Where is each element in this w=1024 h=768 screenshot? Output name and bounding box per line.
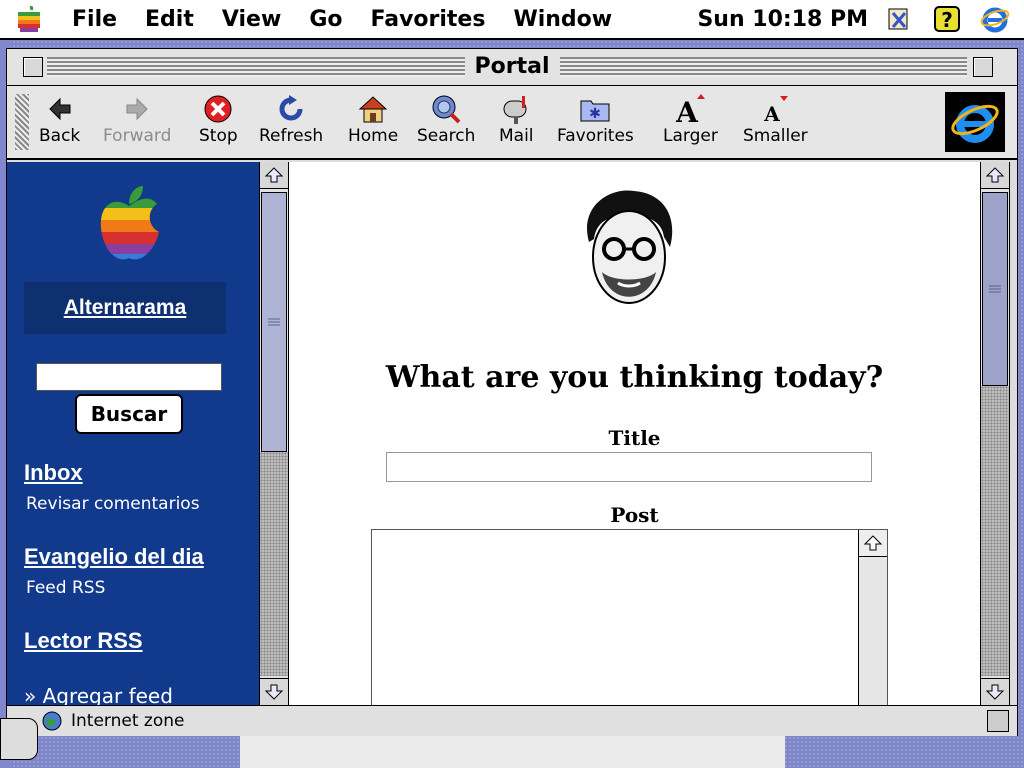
back-arrow-icon xyxy=(48,97,71,121)
favorites-button[interactable]: ✱ Favorites xyxy=(557,92,634,146)
scroll-up-arrow-icon[interactable] xyxy=(260,162,288,189)
main-scrollbar[interactable] xyxy=(980,162,1010,705)
home-icon xyxy=(358,96,388,123)
sidebar-add-feed-link[interactable]: » Agregar feed xyxy=(24,684,173,705)
stop-button[interactable]: Stop xyxy=(199,92,238,146)
sidebar-scroll-track[interactable] xyxy=(260,452,288,676)
title-label: Title xyxy=(608,426,661,450)
svg-text:A: A xyxy=(676,96,700,125)
menu-clock[interactable]: Sun 10:18 PM xyxy=(697,7,884,32)
search-globe-icon xyxy=(432,95,461,124)
main-scroll-thumb[interactable] xyxy=(982,192,1008,386)
internet-explorer-logo-icon xyxy=(951,104,999,143)
apple-rainbow-logo xyxy=(97,184,161,268)
face-portrait-icon xyxy=(587,190,673,304)
desktop-wallpaper-strip xyxy=(240,735,785,768)
sidebar-link-evangelio[interactable]: Evangelio del dia xyxy=(24,544,204,570)
mail-button[interactable]: Mail xyxy=(499,92,534,146)
browser-toolbar: Back Forward Stop Refresh Home Search Ma… xyxy=(7,86,1017,160)
menu-edit[interactable]: Edit xyxy=(131,7,208,32)
smaller-text-button[interactable]: A Smaller xyxy=(743,92,808,146)
smaller-label: Smaller xyxy=(743,126,808,146)
smaller-text-icon: A xyxy=(764,96,789,124)
sidebar-link-inbox[interactable]: Inbox xyxy=(24,460,83,486)
menu-file[interactable]: File xyxy=(58,7,131,32)
post-textarea[interactable] xyxy=(371,529,888,705)
globe-icon xyxy=(42,711,62,731)
post-label: Post xyxy=(610,503,659,527)
stop-icon xyxy=(204,95,232,123)
main-scroll-up-icon[interactable] xyxy=(981,162,1009,189)
resize-grip-icon[interactable] xyxy=(987,710,1009,732)
main-scroll-down-icon[interactable] xyxy=(981,678,1009,705)
forward-label: Forward xyxy=(103,126,172,146)
apple-menu[interactable] xyxy=(0,4,58,34)
site-name-box: Alternarama xyxy=(24,282,226,334)
refresh-button[interactable]: Refresh xyxy=(259,92,323,146)
menu-view[interactable]: View xyxy=(208,7,295,32)
larger-text-icon: A xyxy=(676,94,706,125)
site-name-link[interactable]: Alternarama xyxy=(64,296,187,320)
zoom-box-icon[interactable] xyxy=(973,57,993,77)
sidebar-scroll-thumb[interactable] xyxy=(261,192,287,452)
main-scroll-track[interactable] xyxy=(981,386,1009,676)
favorites-label: Favorites xyxy=(557,126,634,146)
control-strip-tab[interactable] xyxy=(0,718,38,760)
post-textarea-scrollbar[interactable] xyxy=(858,530,887,705)
toolbar-grip[interactable] xyxy=(15,94,29,150)
back-label: Back xyxy=(39,126,81,146)
internet-explorer-icon[interactable] xyxy=(980,4,1010,34)
apple-logo-icon xyxy=(100,186,159,260)
sidebar-link-lector-rss[interactable]: Lector RSS xyxy=(24,628,143,654)
status-bar: Internet zone xyxy=(7,705,1017,736)
svg-text:A: A xyxy=(764,102,781,124)
favorites-folder-icon: ✱ xyxy=(580,100,610,122)
refresh-icon xyxy=(279,95,303,121)
help-icon[interactable]: ? xyxy=(932,4,962,34)
menu-window[interactable]: Window xyxy=(499,7,626,32)
security-zone[interactable]: Internet zone xyxy=(41,710,184,732)
larger-text-button[interactable]: A Larger xyxy=(663,92,718,146)
svg-text:✱: ✱ xyxy=(590,106,602,122)
apple-logo-icon xyxy=(18,5,40,32)
mailbox-icon xyxy=(503,96,527,124)
scroll-down-arrow-icon[interactable] xyxy=(260,678,288,705)
forward-button[interactable]: Forward xyxy=(103,92,171,146)
menu-go[interactable]: Go xyxy=(295,7,356,32)
avatar xyxy=(574,187,684,321)
home-button[interactable]: Home xyxy=(348,92,398,146)
ie-throbber-logo[interactable] xyxy=(945,92,1005,152)
larger-label: Larger xyxy=(663,126,718,146)
main-content: What are you thinking today? Title Post xyxy=(289,162,980,705)
refresh-label: Refresh xyxy=(259,126,324,146)
forward-arrow-icon xyxy=(126,97,148,121)
menu-favorites[interactable]: Favorites xyxy=(356,7,499,32)
title-input[interactable] xyxy=(386,452,872,482)
stop-label: Stop xyxy=(199,126,238,146)
menu-tray: ? xyxy=(884,4,1024,34)
control-strip-icon[interactable] xyxy=(884,4,914,34)
mail-label: Mail xyxy=(499,126,534,146)
textarea-scroll-up-icon[interactable] xyxy=(859,530,887,557)
sidebar-search-input[interactable] xyxy=(36,363,222,391)
sidebar: Alternarama Buscar Inbox Revisar comenta… xyxy=(7,162,259,705)
search-button[interactable]: Search xyxy=(417,92,475,146)
svg-text:?: ? xyxy=(941,8,953,32)
sidebar-sub-evangelio: Feed RSS xyxy=(26,578,106,598)
page-heading: What are you thinking today? xyxy=(385,360,884,395)
sidebar-sub-inbox: Revisar comentarios xyxy=(26,494,200,514)
window-title: Portal xyxy=(464,54,560,79)
menu-bar: File Edit View Go Favorites Window Sun 1… xyxy=(0,0,1024,40)
browser-window: Portal Back Forward Stop Refresh Home Se… xyxy=(6,48,1018,736)
buscar-button[interactable]: Buscar xyxy=(75,394,183,434)
back-button[interactable]: Back xyxy=(39,92,80,146)
zone-label: Internet zone xyxy=(71,711,185,731)
search-label: Search xyxy=(417,126,476,146)
window-title-bar[interactable]: Portal xyxy=(7,49,1017,86)
home-label: Home xyxy=(348,126,399,146)
sidebar-scrollbar[interactable] xyxy=(259,162,289,705)
